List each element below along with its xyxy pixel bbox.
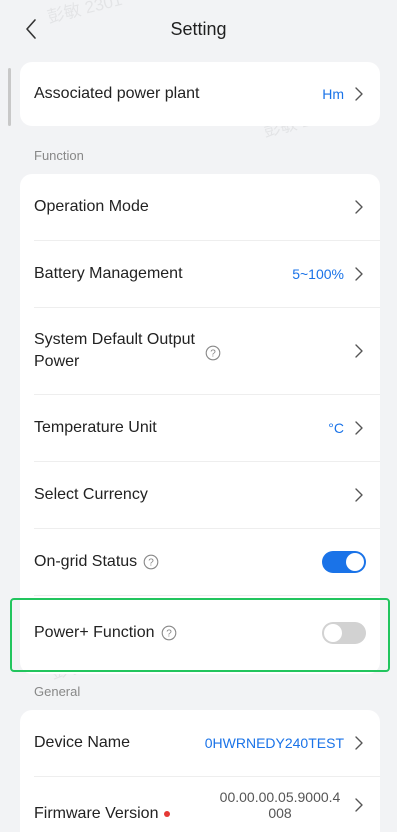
section-label-general: General [34, 684, 81, 699]
battery-management-row[interactable]: Battery Management 5~100% [20, 241, 380, 307]
section-label-function: Function [34, 148, 84, 163]
operation-mode-label: Operation Mode [34, 198, 149, 215]
scroll-indicator [8, 68, 11, 126]
device-name-value: 0HWRNEDY240TEST [204, 735, 344, 751]
on-grid-status-row: On-grid Status ? [20, 529, 380, 595]
help-circle-icon[interactable]: ? [143, 554, 159, 570]
svg-text:?: ? [210, 349, 216, 360]
select-currency-row[interactable]: Select Currency [20, 462, 380, 528]
chevron-right-icon [352, 267, 366, 281]
plant-card: Associated power plant Hm [20, 62, 380, 126]
toggle-knob [346, 553, 364, 571]
associated-power-plant-value: Hm [322, 86, 344, 102]
operation-mode-row[interactable]: Operation Mode [20, 174, 380, 240]
on-grid-status-label: On-grid Status [34, 553, 138, 570]
device-name-row[interactable]: Device Name 0HWRNEDY240TEST [20, 710, 380, 776]
firmware-version-label: Firmware Version [34, 805, 159, 822]
chevron-right-icon [352, 344, 366, 358]
temperature-unit-label: Temperature Unit [34, 419, 157, 436]
device-name-label: Device Name [34, 734, 131, 751]
select-currency-label: Select Currency [34, 486, 148, 503]
firmware-version-value: 00.00.00.05.9000.4 008 [219, 789, 341, 821]
firmware-version-row[interactable]: Firmware Version 00.00.00.05.9000.4 008 [20, 777, 380, 832]
chevron-right-icon [352, 488, 366, 502]
system-default-output-power-label: System Default Output Power [34, 331, 195, 370]
chevron-right-icon [352, 87, 366, 101]
battery-management-value: 5~100% [292, 266, 344, 282]
highlight-box [10, 598, 390, 672]
system-default-output-power-row[interactable]: System Default Output Power ? [20, 308, 380, 394]
temperature-unit-row[interactable]: Temperature Unit °C [20, 395, 380, 461]
on-grid-status-toggle[interactable] [322, 551, 366, 573]
svg-text:?: ? [148, 558, 154, 569]
chevron-left-icon [26, 19, 36, 39]
help-circle-icon[interactable]: ? [205, 345, 221, 361]
update-dot-icon [164, 811, 171, 817]
chevron-right-icon [352, 798, 366, 812]
chevron-right-icon [352, 421, 366, 435]
chevron-right-icon [352, 736, 366, 750]
associated-power-plant-label: Associated power plant [34, 85, 200, 102]
temperature-unit-value: °C [328, 420, 344, 436]
back-button[interactable] [18, 14, 44, 44]
general-card: Device Name 0HWRNEDY240TEST Firmware Ver… [20, 710, 380, 832]
page-title: Setting [170, 18, 227, 39]
associated-power-plant-row[interactable]: Associated power plant Hm [20, 62, 380, 126]
chevron-right-icon [352, 200, 366, 214]
top-bar: Setting [0, 0, 397, 58]
battery-management-label: Battery Management [34, 265, 183, 282]
